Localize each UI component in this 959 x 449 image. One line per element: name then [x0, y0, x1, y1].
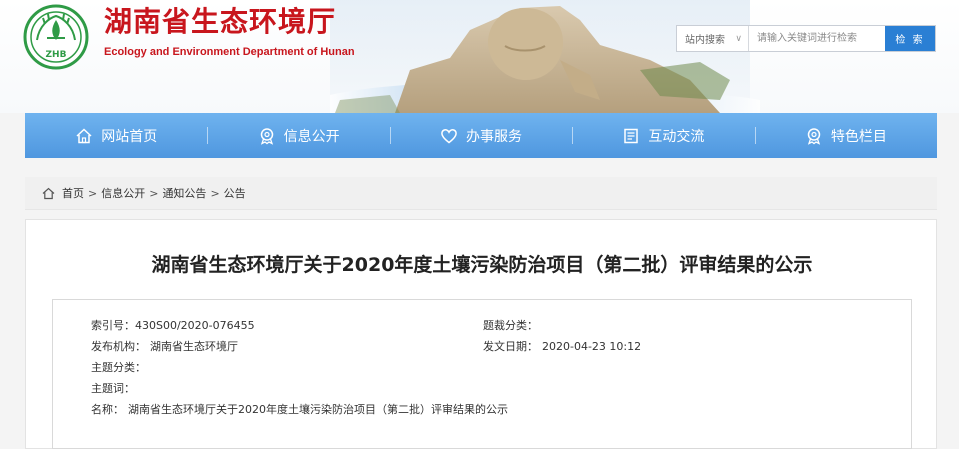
meta-value: 湖南省生态环境厅	[150, 340, 238, 353]
article-title: 湖南省生态环境厅关于2020年度土壤污染防治项目（第二批）评审结果的公示	[151, 254, 813, 276]
site-title[interactable]: 湖南省生态环境厅	[104, 4, 336, 40]
nav-item-label: 网站首页	[101, 128, 158, 145]
meta-name: 名称： 湖南省生态环境厅关于2020年度土壤污染防治项目（第二批）评审结果的公示	[91, 401, 508, 417]
meta-value: 2020-04-23 10:12	[542, 340, 642, 353]
search-input[interactable]	[749, 26, 885, 51]
heart-icon	[441, 128, 457, 143]
nav-item-label: 办事服务	[466, 128, 523, 145]
meta-label: 发布机构：	[91, 340, 146, 353]
meta-label: 索引号：	[91, 319, 135, 332]
nav-item-label: 信息公开	[283, 128, 340, 145]
nav-item-interaction[interactable]: 互动交流	[572, 113, 754, 158]
meta-topic: 主题分类：	[91, 359, 150, 375]
breadcrumb-separator: >	[149, 186, 159, 200]
meta-label: 发文日期：	[483, 340, 538, 353]
search-button[interactable]: 检 索	[885, 26, 935, 51]
logo-icon: ZHB	[23, 4, 89, 70]
nav-item-label: 互动交流	[648, 128, 705, 145]
main-nav: 网站首页 信息公开 办事服务 互动交流 特色栏目	[25, 113, 937, 158]
meta-keywords: 主题词：	[91, 380, 139, 396]
breadcrumb-separator: >	[210, 186, 220, 200]
badge-icon	[260, 127, 273, 145]
meta-date: 发文日期： 2020-04-23 10:12	[483, 338, 641, 354]
meta-index-number: 索引号：430S00/2020-076455	[91, 317, 255, 333]
breadcrumb: 首页 > 信息公开 > 通知公告 > 公告	[25, 177, 937, 210]
meta-value: 430S00/2020-076455	[135, 319, 255, 332]
meta-publisher: 发布机构： 湖南省生态环境厅	[91, 338, 238, 354]
nav-item-services[interactable]: 办事服务	[389, 113, 572, 158]
article-metadata-box: 索引号：430S00/2020-076455 题裁分类： 发布机构： 湖南省生态环…	[52, 299, 912, 449]
logo-text: ZHB	[46, 50, 67, 60]
nav-item-label: 特色栏目	[830, 128, 887, 145]
home-icon	[42, 187, 55, 199]
search-bar: 站内搜索 ∨ 检 索	[676, 25, 936, 52]
breadcrumb-notice-link[interactable]: 通知公告	[162, 185, 206, 201]
meta-value: 湖南省生态环境厅关于2020年度土壤污染防治项目（第二批）评审结果的公示	[128, 403, 508, 416]
site-header: ZHB 湖南省生态环境厅 Ecology and Environment Dep…	[0, 0, 959, 113]
meta-label: 题裁分类：	[483, 319, 538, 332]
site-subtitle: Ecology and Environment Department of Hu…	[104, 46, 355, 58]
chevron-down-icon: ∨	[735, 33, 742, 44]
search-scope-select[interactable]: 站内搜索 ∨	[677, 26, 749, 51]
badge-icon	[807, 127, 821, 145]
document-icon	[624, 128, 639, 143]
nav-item-featured[interactable]: 特色栏目	[754, 113, 937, 158]
breadcrumb-announcement-link[interactable]: 公告	[224, 185, 246, 201]
meta-genre: 题裁分类：	[483, 317, 542, 333]
article-panel: 湖南省生态环境厅关于2020年度土壤污染防治项目（第二批）评审结果的公示 索引号…	[25, 219, 937, 449]
breadcrumb-separator: >	[88, 186, 98, 200]
home-icon	[76, 127, 92, 143]
breadcrumb-info-link[interactable]: 信息公开	[101, 185, 145, 201]
breadcrumb-home-link[interactable]: 首页	[62, 185, 84, 201]
nav-item-home[interactable]: 网站首页	[25, 113, 207, 158]
nav-item-info-disclosure[interactable]: 信息公开	[207, 113, 389, 158]
meta-label: 名称：	[91, 403, 124, 416]
meta-label: 主题词：	[91, 382, 135, 395]
meta-label: 主题分类：	[91, 361, 146, 374]
search-scope-label: 站内搜索	[685, 35, 725, 46]
